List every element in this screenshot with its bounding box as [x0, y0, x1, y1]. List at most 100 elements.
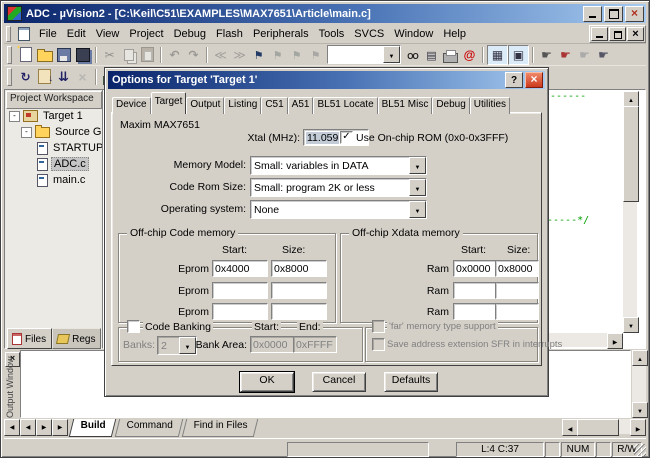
menubar-grip[interactable]: [6, 25, 11, 42]
mdi-minimize-button[interactable]: [591, 26, 608, 41]
tab-device[interactable]: Device: [112, 97, 151, 114]
redo-button[interactable]: [184, 46, 203, 64]
tab-command[interactable]: Command: [114, 419, 184, 437]
scroll-right-button[interactable]: [607, 333, 623, 349]
tab-target[interactable]: Target: [150, 92, 187, 114]
tab-a51[interactable]: A51: [287, 97, 314, 114]
tab-debug[interactable]: Debug: [432, 97, 470, 114]
tab-files[interactable]: Files: [7, 328, 53, 349]
find-button[interactable]: [422, 46, 441, 64]
indent-button[interactable]: [230, 46, 249, 64]
eprom3-start-input[interactable]: [212, 303, 268, 320]
output-vertical-scrollbar[interactable]: [632, 350, 648, 418]
scroll-thumb[interactable]: [577, 419, 619, 436]
editor-vertical-scrollbar[interactable]: [623, 91, 639, 333]
new-file-button[interactable]: [16, 46, 35, 64]
eprom2-start-input[interactable]: [212, 282, 268, 299]
toolbar-grip[interactable]: [7, 67, 12, 86]
menu-file[interactable]: File: [34, 26, 62, 42]
project-tree[interactable]: Target 1 Source Group 1 STARTUP.A51 ADC.…: [6, 108, 102, 326]
eprom2-size-input[interactable]: [271, 282, 327, 299]
scroll-right-button[interactable]: [630, 419, 646, 436]
dialog-close-button[interactable]: [525, 72, 543, 88]
undo-button[interactable]: [165, 46, 184, 64]
cut-button[interactable]: [100, 46, 119, 64]
dialog-help-button[interactable]: [505, 72, 523, 88]
toolbar-grip[interactable]: [7, 45, 12, 64]
document-icon[interactable]: [18, 26, 30, 41]
scroll-down-button[interactable]: [623, 317, 639, 333]
outdent-button[interactable]: [211, 46, 230, 64]
code-rom-combo[interactable]: Small: program 2K or less: [250, 178, 427, 197]
translate-file-button[interactable]: [16, 68, 35, 86]
eprom1-size-input[interactable]: [271, 260, 327, 277]
menu-flash[interactable]: Flash: [211, 26, 248, 42]
resize-grip[interactable]: [634, 444, 646, 456]
menu-help[interactable]: Help: [438, 26, 471, 42]
insert-breakpoint-button[interactable]: [537, 46, 556, 64]
toggle-bookmark-button[interactable]: [249, 46, 268, 64]
ram3-start-input[interactable]: [453, 303, 497, 320]
menu-peripherals[interactable]: Peripherals: [248, 26, 314, 42]
print-button[interactable]: [441, 46, 460, 64]
tab-scroll-right-button[interactable]: [36, 419, 52, 436]
menu-debug[interactable]: Debug: [169, 26, 211, 42]
tab-output[interactable]: Output: [186, 97, 225, 114]
maximize-button[interactable]: [604, 5, 623, 22]
find-combo-dropdown[interactable]: [383, 46, 400, 63]
ram3-size-input[interactable]: [495, 303, 539, 320]
tree-item-target1[interactable]: Target 1: [6, 108, 102, 124]
os-combo[interactable]: None: [250, 200, 427, 219]
menu-edit[interactable]: Edit: [62, 26, 91, 42]
tab-utilities[interactable]: Utilities: [469, 97, 511, 114]
eprom1-start-input[interactable]: [212, 260, 268, 277]
ram2-size-input[interactable]: [495, 282, 539, 299]
tab-regs[interactable]: Regs: [52, 328, 102, 349]
ram1-size-input[interactable]: [495, 260, 539, 277]
menu-window[interactable]: Window: [389, 26, 438, 42]
find-in-files-button[interactable]: [403, 46, 422, 64]
scroll-left-button[interactable]: [562, 419, 578, 436]
open-file-button[interactable]: [35, 46, 54, 64]
menu-project[interactable]: Project: [124, 26, 168, 42]
tab-c51[interactable]: C51: [261, 97, 288, 114]
menu-view[interactable]: View: [91, 26, 125, 42]
paste-button[interactable]: [138, 46, 157, 64]
copy-button[interactable]: [119, 46, 138, 64]
tab-listing[interactable]: Listing: [224, 97, 262, 114]
code-rom-dropdown[interactable]: [409, 179, 426, 196]
tree-item-main[interactable]: main.c: [6, 172, 102, 188]
save-button[interactable]: [54, 46, 73, 64]
clear-bookmarks-button[interactable]: [306, 46, 325, 64]
help-button[interactable]: [460, 46, 479, 64]
output-horizontal-scrollbar[interactable]: [562, 419, 646, 436]
tab-scroll-left-button[interactable]: [20, 419, 36, 436]
prev-bookmark-button[interactable]: [268, 46, 287, 64]
ok-button[interactable]: OK: [239, 371, 295, 393]
ram1-start-input[interactable]: [453, 260, 497, 277]
scroll-thumb[interactable]: [623, 106, 639, 202]
tree-item-adc[interactable]: ADC.c: [6, 156, 102, 172]
minimize-button[interactable]: [583, 5, 602, 22]
scroll-up-button[interactable]: [623, 91, 639, 107]
find-input[interactable]: [328, 46, 383, 63]
tab-scroll-first-button[interactable]: [4, 419, 20, 436]
find-combo[interactable]: [327, 45, 401, 64]
app-icon[interactable]: [7, 6, 22, 21]
output-window-toggle[interactable]: [508, 44, 529, 65]
next-bookmark-button[interactable]: [287, 46, 306, 64]
use-onchip-rom-checkbox[interactable]: [340, 131, 353, 144]
kill-all-breakpoints-button[interactable]: [556, 46, 575, 64]
tab-find-in-files[interactable]: Find in Files: [181, 419, 259, 437]
tree-item-source-group[interactable]: Source Group 1: [6, 124, 102, 140]
eprom3-size-input[interactable]: [271, 303, 327, 320]
save-all-button[interactable]: [73, 46, 92, 64]
mdi-close-button[interactable]: [627, 26, 644, 41]
scroll-up-button[interactable]: [632, 350, 648, 366]
tab-bl51-locate[interactable]: BL51 Locate: [313, 97, 378, 114]
build-target-button[interactable]: [35, 68, 54, 86]
tree-item-startup[interactable]: STARTUP.A51: [6, 140, 102, 156]
scroll-down-button[interactable]: [632, 402, 648, 418]
project-window-toggle[interactable]: [487, 44, 508, 65]
cancel-button[interactable]: Cancel: [312, 372, 366, 392]
